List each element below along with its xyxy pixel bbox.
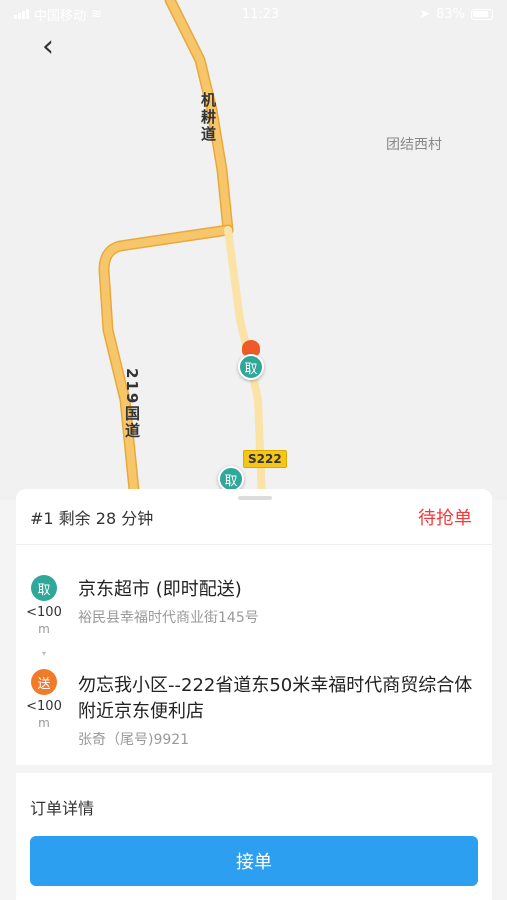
clock: 11:23 — [241, 6, 280, 22]
pickup-name: 京东超市 (即时配送) — [78, 579, 242, 600]
delivery-pin-icon: 送 — [31, 669, 57, 695]
map-pickup-pin[interactable]: 取 — [238, 354, 264, 380]
status-bar: 中国移动 ≋ 11:23 ➤ 83% — [0, 0, 507, 28]
pickup-distance-unit: m — [38, 622, 50, 636]
delivery-distance: <100 — [26, 699, 62, 714]
chevron-left-icon: ‹ — [42, 28, 54, 64]
battery-icon — [470, 8, 493, 20]
delivery-distance-unit: m — [38, 716, 50, 730]
map-roads — [98, 0, 266, 500]
accept-order-button[interactable]: 接单 — [30, 836, 478, 886]
place-label-tuanjie: 团结西村 — [386, 137, 442, 153]
order-sheet: #1 剩余 28 分钟 待抢单 取 <100 m 京东超市 (即时配送) 裕民县… — [16, 489, 492, 765]
route-connector: ▾ — [42, 649, 47, 658]
route-badge-s222: S222 — [243, 450, 287, 468]
map-view[interactable]: 机耕道 219国道 团结西村 S222 取 取 — [0, 0, 507, 500]
order-detail-link[interactable]: 订单详情 — [30, 795, 94, 819]
pickup-address: 裕民县幸福时代商业街145号 — [78, 610, 259, 626]
signal-icon — [14, 9, 29, 19]
delivery-contact: 张奇（尾号)9921 — [78, 732, 190, 748]
pickup-pin-icon: 取 — [31, 575, 57, 601]
drag-handle[interactable] — [238, 496, 272, 500]
location-icon: ➤ — [419, 6, 431, 22]
battery-percent: 83% — [436, 6, 465, 22]
order-title: #1 剩余 28 分钟 — [30, 508, 154, 528]
order-detail-card: 订单详情 接单 — [16, 773, 492, 900]
carrier-name: 中国移动 — [34, 8, 87, 24]
pickup-distance: <100 — [26, 605, 62, 620]
order-status: 待抢单 — [418, 507, 472, 529]
road-label-219: 219国道 — [123, 368, 141, 440]
wifi-icon: ≋ — [91, 6, 102, 22]
back-button[interactable]: ‹ — [32, 28, 64, 64]
road-label-jigengdao: 机耕道 — [199, 92, 217, 143]
delivery-name: 勿忘我小区--222省道东50米幸福时代商贸综合体附近京东便利店 — [78, 675, 473, 722]
